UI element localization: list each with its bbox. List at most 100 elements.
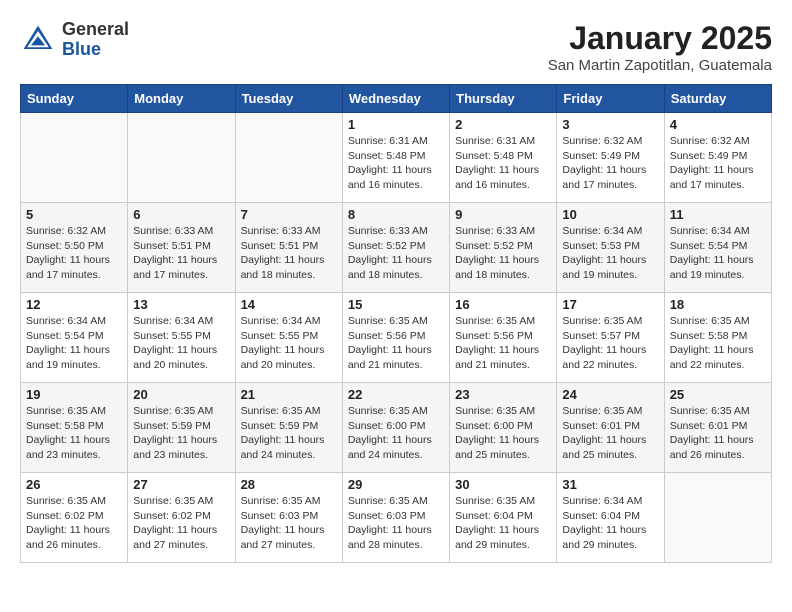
calendar-cell: 8 Sunrise: 6:33 AM Sunset: 5:52 PM Daylig… (342, 203, 449, 293)
calendar-cell: 9 Sunrise: 6:33 AM Sunset: 5:52 PM Daylig… (450, 203, 557, 293)
calendar-cell: 4 Sunrise: 6:32 AM Sunset: 5:49 PM Daylig… (664, 113, 771, 203)
day-number: 16 (455, 297, 551, 312)
calendar-cell: 7Sunrise: 6:33 AM Sunset: 5:51 PM Daylig… (235, 203, 342, 293)
calendar-cell: 26 Sunrise: 6:35 AM Sunset: 6:02 PM Dayli… (21, 473, 128, 563)
day-number: 10 (562, 207, 658, 222)
title-block: January 2025 San Martin Zapotitlan, Guat… (548, 20, 772, 74)
day-info: Sunrise: 6:34 AM Sunset: 5:55 PM Dayligh… (133, 314, 229, 373)
calendar-subtitle: San Martin Zapotitlan, Guatemala (548, 57, 772, 74)
day-info: Sunrise: 6:32 AM Sunset: 5:49 PM Dayligh… (670, 134, 766, 193)
calendar-cell: 16 Sunrise: 6:35 AM Sunset: 5:56 PM Dayli… (450, 293, 557, 383)
day-number: 8 (348, 207, 444, 222)
calendar-cell: 20 Sunrise: 6:35 AM Sunset: 5:59 PM Dayli… (128, 383, 235, 473)
day-number: 9 (455, 207, 551, 222)
day-info: Sunrise: 6:35 AM Sunset: 6:00 PM Dayligh… (455, 404, 551, 463)
day-info: Sunrise: 6:35 AM Sunset: 6:03 PM Dayligh… (241, 494, 337, 553)
day-info: Sunrise: 6:35 AM Sunset: 5:58 PM Dayligh… (26, 404, 122, 463)
calendar-cell (128, 113, 235, 203)
day-header-sunday: Sunday (21, 85, 128, 113)
day-number: 31 (562, 477, 658, 492)
logo-icon (20, 22, 56, 58)
calendar-cell: 22 Sunrise: 6:35 AM Sunset: 6:00 PM Dayli… (342, 383, 449, 473)
calendar-cell: 11Sunrise: 6:34 AM Sunset: 5:54 PM Dayli… (664, 203, 771, 293)
day-info: Sunrise: 6:35 AM Sunset: 6:01 PM Dayligh… (670, 404, 766, 463)
day-info: Sunrise: 6:35 AM Sunset: 6:02 PM Dayligh… (133, 494, 229, 553)
day-number: 2 (455, 117, 551, 132)
week-row-3: 12Sunrise: 6:34 AM Sunset: 5:54 PM Dayli… (21, 293, 772, 383)
day-number: 18 (670, 297, 766, 312)
day-number: 29 (348, 477, 444, 492)
day-number: 3 (562, 117, 658, 132)
day-number: 13 (133, 297, 229, 312)
day-number: 17 (562, 297, 658, 312)
day-info: Sunrise: 6:32 AM Sunset: 5:50 PM Dayligh… (26, 224, 122, 283)
calendar-cell: 23 Sunrise: 6:35 AM Sunset: 6:00 PM Dayli… (450, 383, 557, 473)
day-number: 12 (26, 297, 122, 312)
logo: General Blue (20, 20, 129, 60)
day-info: Sunrise: 6:34 AM Sunset: 5:54 PM Dayligh… (670, 224, 766, 283)
calendar-cell: 13 Sunrise: 6:34 AM Sunset: 5:55 PM Dayli… (128, 293, 235, 383)
day-info: Sunrise: 6:34 AM Sunset: 5:53 PM Dayligh… (562, 224, 658, 283)
calendar-cell: 2 Sunrise: 6:31 AM Sunset: 5:48 PM Daylig… (450, 113, 557, 203)
calendar-cell: 21 Sunrise: 6:35 AM Sunset: 5:59 PM Dayli… (235, 383, 342, 473)
calendar-cell (235, 113, 342, 203)
day-header-friday: Friday (557, 85, 664, 113)
day-info: Sunrise: 6:33 AM Sunset: 5:52 PM Dayligh… (455, 224, 551, 283)
day-info: Sunrise: 6:35 AM Sunset: 6:00 PM Dayligh… (348, 404, 444, 463)
day-header-thursday: Thursday (450, 85, 557, 113)
day-number: 4 (670, 117, 766, 132)
day-number: 6 (133, 207, 229, 222)
day-number: 19 (26, 387, 122, 402)
day-info: Sunrise: 6:33 AM Sunset: 5:51 PM Dayligh… (241, 224, 337, 283)
day-number: 28 (241, 477, 337, 492)
calendar-cell (21, 113, 128, 203)
days-header-row: SundayMondayTuesdayWednesdayThursdayFrid… (21, 85, 772, 113)
day-header-monday: Monday (128, 85, 235, 113)
day-number: 27 (133, 477, 229, 492)
calendar-cell: 12Sunrise: 6:34 AM Sunset: 5:54 PM Dayli… (21, 293, 128, 383)
calendar-cell: 30Sunrise: 6:35 AM Sunset: 6:04 PM Dayli… (450, 473, 557, 563)
day-number: 22 (348, 387, 444, 402)
calendar-cell (664, 473, 771, 563)
day-number: 21 (241, 387, 337, 402)
day-header-wednesday: Wednesday (342, 85, 449, 113)
week-row-2: 5 Sunrise: 6:32 AM Sunset: 5:50 PM Daylig… (21, 203, 772, 293)
day-info: Sunrise: 6:31 AM Sunset: 5:48 PM Dayligh… (455, 134, 551, 193)
day-info: Sunrise: 6:35 AM Sunset: 5:59 PM Dayligh… (133, 404, 229, 463)
calendar-cell: 6 Sunrise: 6:33 AM Sunset: 5:51 PM Daylig… (128, 203, 235, 293)
day-number: 24 (562, 387, 658, 402)
day-info: Sunrise: 6:33 AM Sunset: 5:52 PM Dayligh… (348, 224, 444, 283)
calendar-cell: 1Sunrise: 6:31 AM Sunset: 5:48 PM Daylig… (342, 113, 449, 203)
day-info: Sunrise: 6:35 AM Sunset: 6:03 PM Dayligh… (348, 494, 444, 553)
calendar-table: SundayMondayTuesdayWednesdayThursdayFrid… (20, 84, 772, 563)
day-number: 14 (241, 297, 337, 312)
day-number: 26 (26, 477, 122, 492)
calendar-cell: 28 Sunrise: 6:35 AM Sunset: 6:03 PM Dayli… (235, 473, 342, 563)
day-number: 1 (348, 117, 444, 132)
day-number: 20 (133, 387, 229, 402)
logo-general: General (62, 20, 129, 40)
day-info: Sunrise: 6:33 AM Sunset: 5:51 PM Dayligh… (133, 224, 229, 283)
day-info: Sunrise: 6:35 AM Sunset: 5:56 PM Dayligh… (455, 314, 551, 373)
calendar-cell: 19 Sunrise: 6:35 AM Sunset: 5:58 PM Dayli… (21, 383, 128, 473)
day-info: Sunrise: 6:35 AM Sunset: 6:01 PM Dayligh… (562, 404, 658, 463)
calendar-title: January 2025 (548, 20, 772, 57)
day-info: Sunrise: 6:35 AM Sunset: 5:57 PM Dayligh… (562, 314, 658, 373)
logo-blue: Blue (62, 40, 129, 60)
day-info: Sunrise: 6:35 AM Sunset: 6:02 PM Dayligh… (26, 494, 122, 553)
day-info: Sunrise: 6:35 AM Sunset: 5:59 PM Dayligh… (241, 404, 337, 463)
day-info: Sunrise: 6:35 AM Sunset: 5:56 PM Dayligh… (348, 314, 444, 373)
day-info: Sunrise: 6:35 AM Sunset: 5:58 PM Dayligh… (670, 314, 766, 373)
day-number: 5 (26, 207, 122, 222)
calendar-cell: 10 Sunrise: 6:34 AM Sunset: 5:53 PM Dayli… (557, 203, 664, 293)
calendar-cell: 15 Sunrise: 6:35 AM Sunset: 5:56 PM Dayli… (342, 293, 449, 383)
day-number: 30 (455, 477, 551, 492)
calendar-cell: 24 Sunrise: 6:35 AM Sunset: 6:01 PM Dayli… (557, 383, 664, 473)
calendar-cell: 25Sunrise: 6:35 AM Sunset: 6:01 PM Dayli… (664, 383, 771, 473)
day-number: 15 (348, 297, 444, 312)
calendar-cell: 17 Sunrise: 6:35 AM Sunset: 5:57 PM Dayli… (557, 293, 664, 383)
day-number: 23 (455, 387, 551, 402)
day-header-saturday: Saturday (664, 85, 771, 113)
week-row-5: 26 Sunrise: 6:35 AM Sunset: 6:02 PM Dayli… (21, 473, 772, 563)
calendar-cell: 5 Sunrise: 6:32 AM Sunset: 5:50 PM Daylig… (21, 203, 128, 293)
